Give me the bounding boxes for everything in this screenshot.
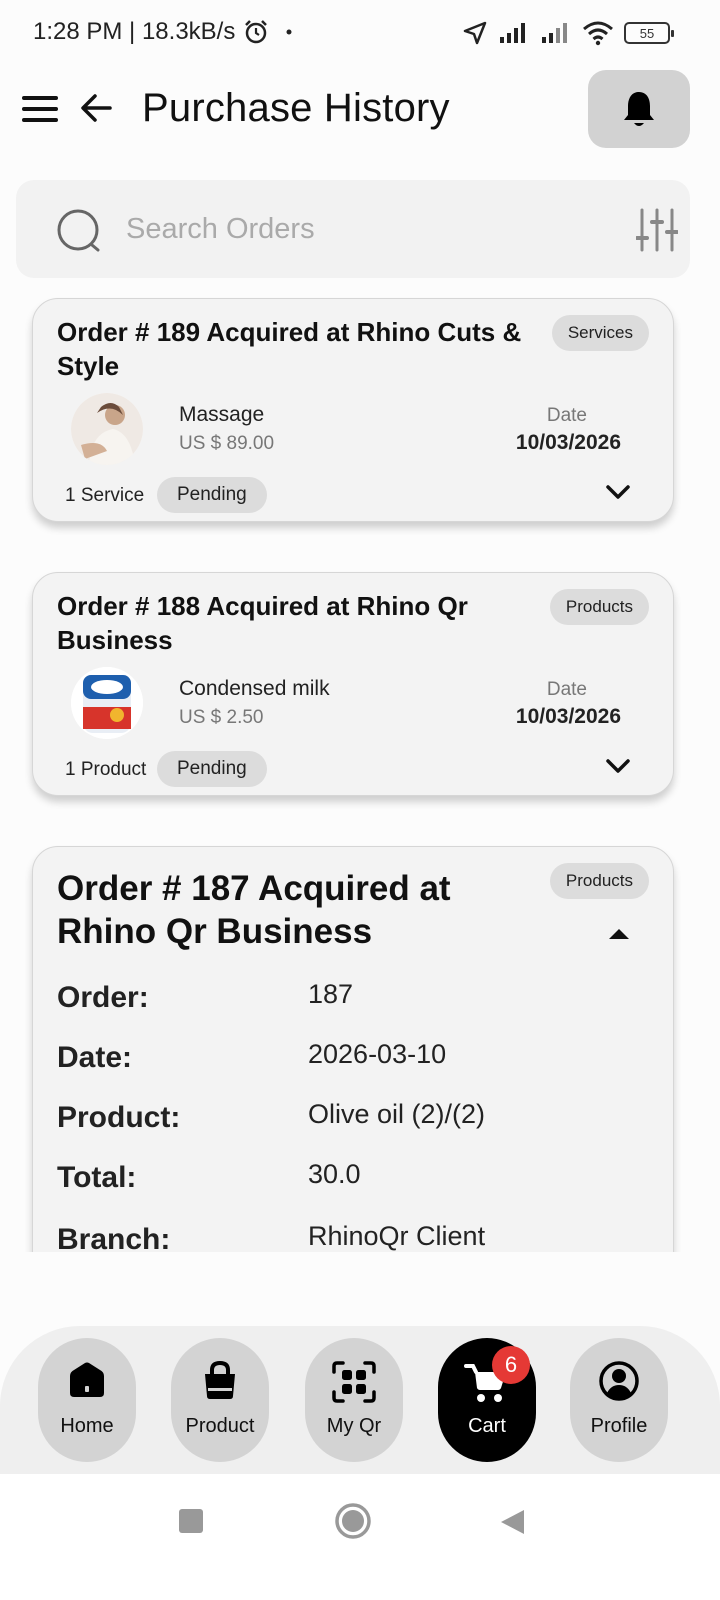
- category-badge: Services: [551, 315, 649, 351]
- nav-label: Home: [60, 1415, 114, 1437]
- location-icon: [463, 21, 487, 45]
- nav-label: Profile: [590, 1415, 648, 1437]
- order-card-expanded[interactable]: Order # 187 Acquired at Rhino Qr Busines…: [32, 846, 674, 1252]
- qr-icon: [332, 1361, 376, 1403]
- order-title: Order # 189 Acquired at Rhino Cuts & Sty…: [57, 317, 522, 381]
- back-button-icon[interactable]: [498, 1508, 526, 1536]
- nav-label: Cart: [468, 1415, 506, 1437]
- battery-level: 55: [639, 25, 655, 41]
- order-title: Order # 187 Acquired at Rhino Qr Busines…: [57, 869, 451, 951]
- detail-row-total: Total: 30.0: [57, 1159, 657, 1201]
- detail-value: 2026-03-10: [308, 1039, 447, 1069]
- detail-label: Branch:: [57, 1223, 171, 1252]
- detail-row-order: Order: 187: [57, 979, 657, 1021]
- filter-icon[interactable]: [636, 208, 678, 252]
- orders-list: Order # 189 Acquired at Rhino Cuts & Sty…: [0, 290, 720, 1252]
- signal-icon: [500, 23, 525, 43]
- chevron-down-icon[interactable]: [605, 757, 631, 775]
- detail-label: Total:: [57, 1161, 137, 1194]
- battery-icon: 55: [624, 22, 674, 44]
- page-title: Purchase History: [142, 86, 450, 130]
- signal-icon-2: [542, 23, 567, 43]
- bottom-navigation: Home Product My Qr 6 Cart Profile: [0, 1326, 720, 1474]
- menu-icon[interactable]: [22, 96, 58, 122]
- status-bar: 1:28 PM | 18.3kB/s 55: [0, 0, 720, 70]
- back-arrow-icon[interactable]: [78, 90, 114, 126]
- nav-profile[interactable]: Profile: [570, 1338, 668, 1462]
- detail-row-branch: Branch: RhinoQr Client: [57, 1221, 657, 1252]
- date-label: Date: [546, 405, 587, 426]
- bag-icon: [205, 1360, 235, 1399]
- profile-icon: [599, 1361, 639, 1401]
- alarm-icon: [245, 20, 268, 44]
- search-bar: [16, 180, 690, 278]
- system-navigation-bar: [0, 1474, 720, 1600]
- app-header: Purchase History: [0, 70, 720, 150]
- item-thumbnail: [71, 393, 143, 465]
- wifi-icon: [583, 21, 613, 46]
- bell-icon: [624, 92, 654, 126]
- home-icon: [70, 1362, 104, 1397]
- nav-cart[interactable]: 6 Cart: [438, 1338, 536, 1462]
- recent-apps-icon[interactable]: [178, 1508, 204, 1534]
- status-badge: Pending: [157, 751, 267, 787]
- order-card[interactable]: Order # 188 Acquired at Rhino Qr Busines…: [32, 572, 674, 796]
- chevron-up-icon[interactable]: [607, 927, 631, 941]
- dot-icon: [286, 29, 292, 35]
- search-icon: [57, 209, 100, 252]
- detail-value: 30.0: [308, 1159, 361, 1189]
- date-label: Date: [546, 679, 587, 700]
- detail-value: RhinoQr Client: [308, 1221, 486, 1251]
- status-badge: Pending: [157, 477, 267, 513]
- detail-label: Order:: [57, 981, 149, 1014]
- cart-count-badge: 6: [492, 1346, 530, 1384]
- item-count: 1 Service: [65, 485, 145, 506]
- item-name: Condensed milk: [179, 677, 330, 700]
- order-date: 10/03/2026: [515, 431, 621, 454]
- item-thumbnail: [71, 667, 143, 739]
- detail-value: 187: [308, 979, 354, 1009]
- home-button-icon[interactable]: [334, 1502, 372, 1540]
- detail-label: Product:: [57, 1101, 181, 1134]
- detail-value: Olive oil (2)/(2): [308, 1099, 486, 1129]
- item-count: 1 Product: [65, 759, 147, 780]
- status-time: 1:28 PM | 18.3kB/s: [33, 18, 236, 45]
- order-card[interactable]: Order # 189 Acquired at Rhino Cuts & Sty…: [32, 298, 674, 522]
- detail-label: Date:: [57, 1041, 133, 1074]
- nav-label: Product: [185, 1415, 255, 1437]
- item-price: US $ 2.50: [179, 707, 264, 728]
- notifications-button[interactable]: [588, 70, 690, 148]
- nav-product[interactable]: Product: [171, 1338, 269, 1462]
- category-badge: Products: [549, 589, 649, 625]
- nav-my-qr[interactable]: My Qr: [305, 1338, 403, 1462]
- item-price: US $ 89.00: [179, 433, 275, 454]
- search-input[interactable]: [126, 206, 606, 252]
- order-title: Order # 188 Acquired at Rhino Qr Busines…: [57, 591, 468, 655]
- item-name: Massage: [179, 403, 265, 426]
- chevron-down-icon[interactable]: [605, 483, 631, 501]
- order-date: 10/03/2026: [515, 705, 621, 728]
- nav-label: My Qr: [326, 1415, 382, 1437]
- detail-row-date: Date: 2026-03-10: [57, 1039, 657, 1081]
- nav-home[interactable]: Home: [38, 1338, 136, 1462]
- category-badge: Products: [549, 863, 649, 899]
- detail-row-product: Product: Olive oil (2)/(2): [57, 1099, 657, 1141]
